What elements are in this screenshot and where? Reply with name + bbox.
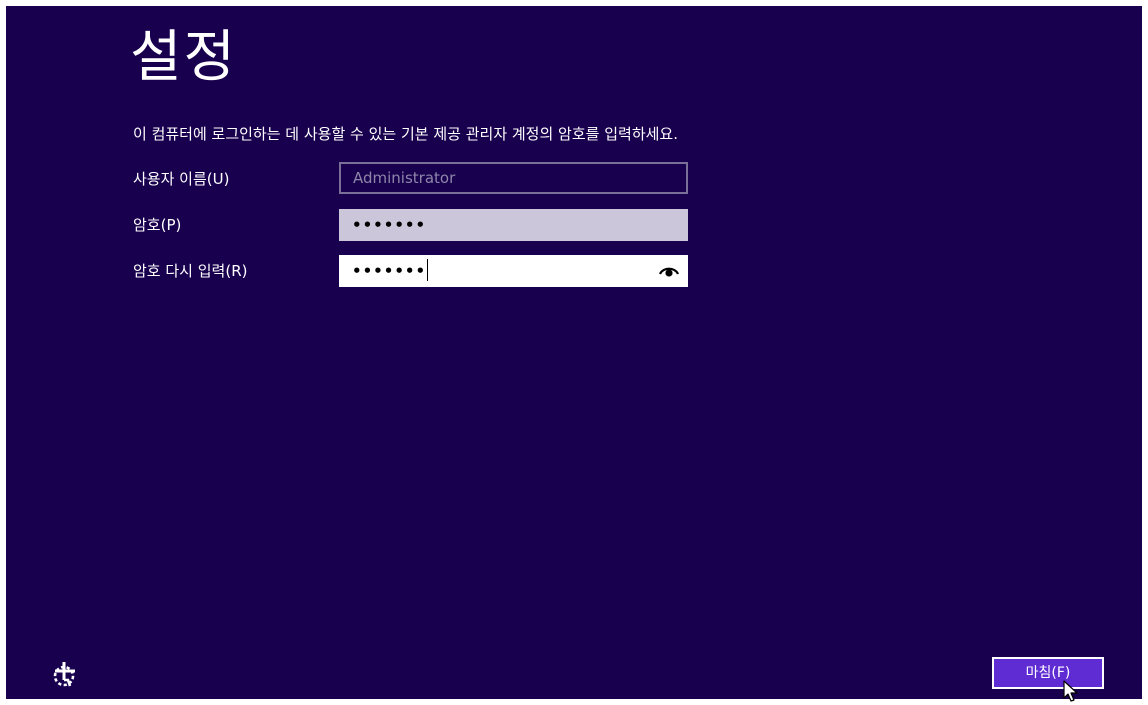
- username-field: Administrator: [339, 162, 688, 194]
- reenter-password-value: •••••••: [352, 262, 427, 280]
- mouse-pointer-icon: [1063, 680, 1078, 702]
- reenter-password-field[interactable]: •••••••: [339, 255, 688, 287]
- username-label: 사용자 이름(U): [133, 170, 230, 188]
- page-title: 설정: [130, 25, 238, 90]
- setup-screen: 설정 이 컴퓨터에 로그인하는 데 사용할 수 있는 기본 제공 관리자 계정의…: [6, 6, 1142, 702]
- username-value: Administrator: [353, 169, 456, 187]
- reenter-password-label: 암호 다시 입력(R): [133, 262, 248, 280]
- ease-of-access-icon[interactable]: [48, 660, 80, 688]
- password-label: 암호(P): [133, 216, 182, 234]
- eye-icon[interactable]: [659, 264, 679, 278]
- instruction-text: 이 컴퓨터에 로그인하는 데 사용할 수 있는 기본 제공 관리자 계정의 암호…: [133, 125, 678, 143]
- finish-button[interactable]: 마침(F): [992, 657, 1104, 689]
- text-caret: [427, 259, 429, 281]
- password-field[interactable]: •••••••: [339, 209, 688, 241]
- password-value: •••••••: [352, 216, 427, 234]
